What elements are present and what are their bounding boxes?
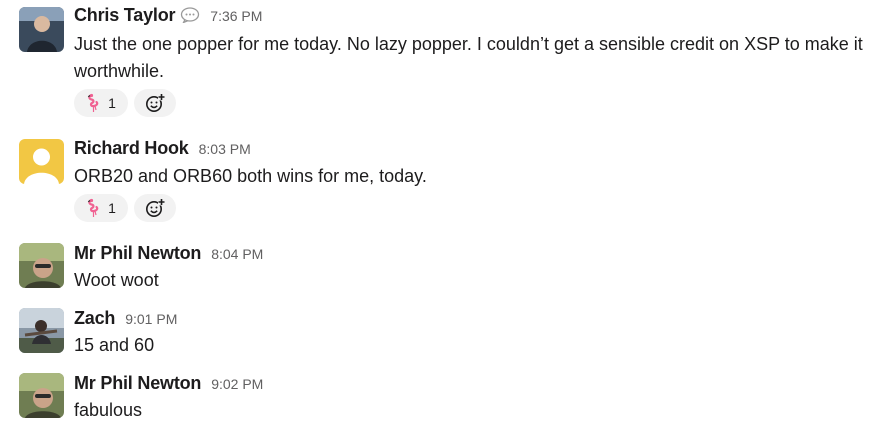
timestamp[interactable]: 8:04 PM (211, 246, 263, 262)
message-text: fabulous (74, 400, 143, 420)
reaction-flamingo[interactable]: 1 (74, 89, 128, 117)
user-photo-icon (19, 243, 64, 288)
add-reaction-button[interactable] (134, 89, 176, 117)
reactions-bar: 1 (74, 89, 176, 117)
speech-bubble-icon[interactable] (180, 7, 200, 24)
reactions-bar: 1 (74, 194, 176, 222)
avatar[interactable] (19, 373, 64, 418)
timestamp[interactable]: 7:36 PM (210, 8, 262, 24)
sender-name[interactable]: Mr Phil Newton (74, 243, 201, 264)
message-text: Just the one popper for me today. No laz… (74, 34, 863, 81)
avatar[interactable] (19, 139, 64, 184)
reaction-flamingo[interactable]: 1 (74, 194, 128, 222)
sender-name[interactable]: Zach (74, 308, 115, 329)
message-text: Woot woot (74, 270, 159, 290)
sender-name[interactable]: Mr Phil Newton (74, 373, 201, 394)
add-emoji-icon (146, 198, 165, 217)
add-reaction-button[interactable] (134, 194, 176, 222)
user-photo-icon (19, 7, 64, 52)
flamingo-icon (87, 93, 99, 112)
default-avatar-icon (19, 139, 64, 184)
flamingo-icon (87, 198, 99, 217)
sender-name[interactable]: Chris Taylor (74, 5, 175, 26)
timestamp[interactable]: 8:03 PM (199, 141, 251, 157)
message-text: 15 and 60 (74, 335, 155, 355)
timestamp[interactable]: 9:02 PM (211, 376, 263, 392)
add-emoji-icon (146, 93, 165, 112)
avatar[interactable] (19, 243, 64, 288)
user-photo-icon (19, 373, 64, 418)
timestamp[interactable]: 9:01 PM (125, 311, 177, 327)
reaction-count: 1 (108, 95, 116, 111)
avatar[interactable] (19, 308, 64, 353)
sender-name[interactable]: Richard Hook (74, 138, 189, 159)
reaction-count: 1 (108, 200, 116, 216)
avatar[interactable] (19, 7, 64, 52)
message-text: ORB20 and ORB60 both wins for me, today. (74, 166, 427, 186)
user-photo-icon (19, 308, 64, 353)
